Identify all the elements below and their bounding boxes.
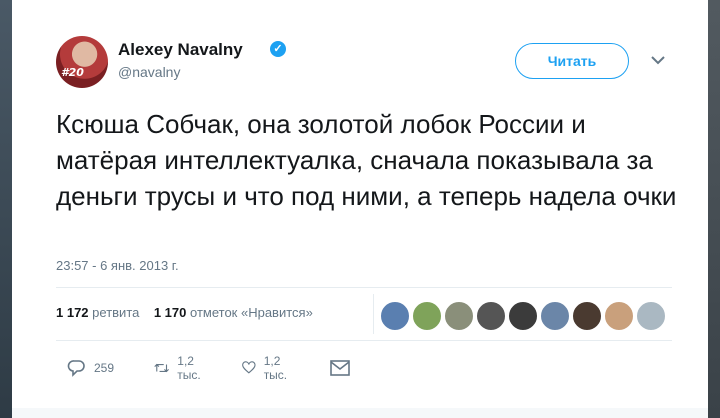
liker-avatar[interactable] [636, 301, 666, 331]
retweet-count: 1,2 тыс. [177, 354, 201, 382]
like-count: 1,2 тыс. [263, 354, 288, 382]
liker-avatar[interactable] [604, 301, 634, 331]
verified-badge-icon: ✓ [270, 41, 286, 57]
chevron-down-icon[interactable] [648, 50, 668, 70]
likes-label[interactable]: отметок «Нравится» [190, 305, 313, 320]
divider [56, 287, 672, 288]
liker-avatar[interactable] [540, 301, 570, 331]
stats-separator [373, 294, 374, 334]
retweet-icon [154, 363, 169, 373]
tweet-card: #20 Alexey Navalny ✓ @navalny Читать Ксю… [12, 0, 708, 418]
reply-button[interactable]: 259 [66, 356, 114, 380]
user-name[interactable]: Alexey Navalny [118, 40, 243, 60]
reply-icon [67, 360, 85, 377]
like-button[interactable]: 1,2 тыс. [242, 354, 293, 382]
direct-message-button[interactable] [330, 356, 358, 380]
retweet-button[interactable]: 1,2 тыс. [154, 354, 207, 382]
liker-avatar[interactable] [444, 301, 474, 331]
heart-icon [242, 361, 256, 374]
liker-avatar[interactable] [572, 301, 602, 331]
divider [56, 340, 672, 341]
tweet-timestamp[interactable]: 23:57 - 6 янв. 2013 г. [56, 258, 179, 273]
retweets-label[interactable]: ретвита [92, 305, 139, 320]
liker-avatar[interactable] [412, 301, 442, 331]
liker-avatar[interactable] [380, 301, 410, 331]
follow-button[interactable]: Читать [515, 43, 629, 79]
avatar[interactable]: #20 [56, 36, 108, 88]
background-right [708, 0, 720, 418]
retweets-count[interactable]: 1 172 [56, 305, 89, 320]
likes-count[interactable]: 1 170 [154, 305, 187, 320]
liker-avatar[interactable] [508, 301, 538, 331]
reply-count: 259 [94, 361, 115, 375]
tweet-text: Ксюша Собчак, она золотой лобок России и… [56, 109, 677, 211]
avatar-tag: #20 [61, 66, 84, 79]
liker-avatar[interactable] [476, 301, 506, 331]
user-handle[interactable]: @navalny [118, 64, 180, 80]
tweet-stats: 1 172 ретвита 1 170 отметок «Нравится» [56, 305, 313, 320]
bottom-strip [12, 408, 708, 418]
envelope-icon [330, 360, 350, 376]
